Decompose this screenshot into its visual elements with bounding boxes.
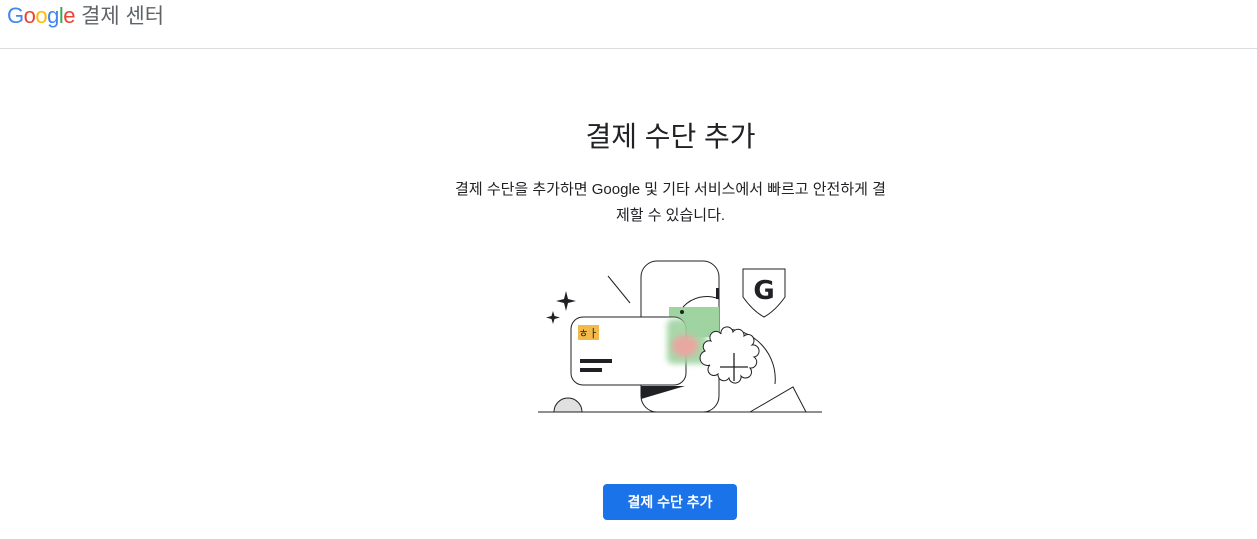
main-content: 결제 수단 추가 결제 수단을 추가하면 Google 및 기타 서비스에서 빠…: [0, 49, 1257, 539]
google-logo: Google: [7, 3, 76, 28]
page-app-title: 결제 센터: [81, 4, 165, 28]
page-title: 결제 수단 추가: [585, 121, 756, 152]
page-description: 결제 수단을 추가하면 Google 및 기타 서비스에서 빠르고 안전하게 결…: [455, 181, 886, 224]
svg-text:G: G: [753, 276, 774, 306]
add-payment-method-button[interactable]: 결제 수단 추가: [603, 484, 737, 520]
app-header: Google 결제 센터: [0, 0, 1257, 49]
google-shield-icon: G: [742, 268, 786, 318]
sparkle-icon: [546, 291, 576, 324]
payment-illustration: ㅎㅏ G: [538, 260, 822, 413]
brand[interactable]: Google 결제 센터: [7, 2, 164, 30]
svg-text:ㅎㅏ: ㅎㅏ: [578, 327, 598, 340]
semicircle-shape: [553, 397, 583, 413]
